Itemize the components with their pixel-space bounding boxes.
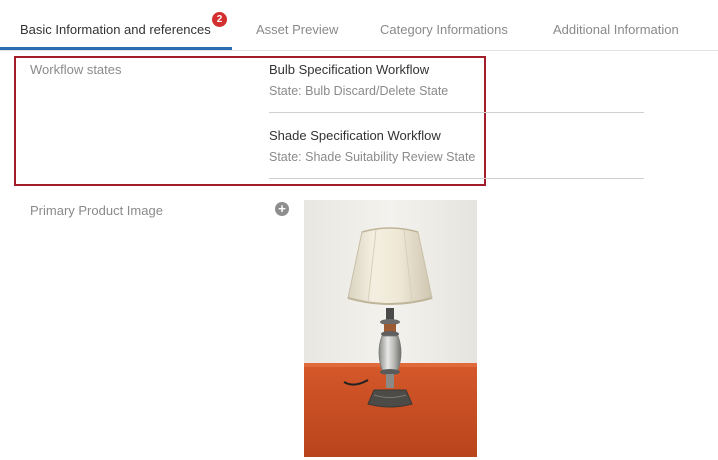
workflow-state: State: Shade Suitability Review State xyxy=(269,150,476,164)
active-tab-indicator xyxy=(0,47,232,50)
tab-bar: Basic Information and references 2 Asset… xyxy=(0,0,718,51)
primary-product-image-label: Primary Product Image xyxy=(30,203,163,218)
notification-badge: 2 xyxy=(212,12,227,27)
workflow-states-label: Workflow states xyxy=(30,62,122,77)
workflow-title[interactable]: Bulb Specification Workflow xyxy=(269,62,429,77)
add-image-icon[interactable]: + xyxy=(275,202,289,216)
tab-basic-information[interactable]: Basic Information and references xyxy=(20,22,211,37)
lamp-photo xyxy=(304,200,477,457)
tab-category-informations[interactable]: Category Informations xyxy=(380,22,508,37)
workflow-divider xyxy=(269,178,644,179)
primary-product-image[interactable] xyxy=(304,200,477,457)
workflow-title[interactable]: Shade Specification Workflow xyxy=(269,128,441,143)
tab-additional-information[interactable]: Additional Information xyxy=(553,22,679,37)
tab-asset-preview[interactable]: Asset Preview xyxy=(256,22,338,37)
workflow-state: State: Bulb Discard/Delete State xyxy=(269,84,449,98)
workflow-divider xyxy=(269,112,644,113)
